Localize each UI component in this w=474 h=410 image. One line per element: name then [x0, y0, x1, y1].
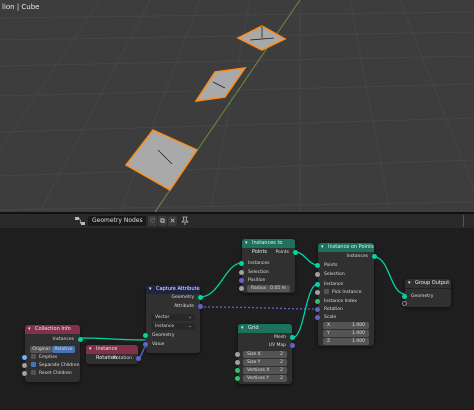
output-geometry-label: Geometry	[171, 295, 194, 300]
node-tree-name-field[interactable]: Geometry Nodes	[88, 216, 146, 226]
domain-dropdown[interactable]: Instance ⌄	[151, 323, 195, 330]
viewport-scene	[0, 0, 474, 212]
data-type-dropdown[interactable]: Vector ⌄	[151, 314, 195, 321]
separate-children-label: Separate Children	[39, 363, 80, 368]
size-x-field[interactable]: Size X2	[243, 351, 287, 358]
socket-vertices-x-in[interactable]	[235, 368, 240, 373]
node-title: Grid	[248, 325, 259, 331]
3d-viewport[interactable]: lion | Cube	[0, 0, 474, 212]
collapse-chevron-icon[interactable]: ▾	[245, 239, 248, 248]
relative-toggle[interactable]: Relative	[52, 346, 75, 353]
scale-z-field[interactable]: Z 1.000	[323, 338, 369, 345]
vertices-x-field[interactable]: Vertices X2	[243, 367, 287, 374]
socket-uvmap-out[interactable]	[290, 343, 295, 348]
socket-points-out[interactable]	[293, 250, 298, 255]
input-instance-index-label: Instance Index	[324, 299, 357, 304]
input-rotation-label: Rotation	[324, 307, 343, 312]
node-links	[79, 251, 406, 359]
capture-attribute-node[interactable]: ▾ Capture Attribute Geometry Attribute V…	[143, 285, 203, 353]
collapse-chevron-icon[interactable]: ▾	[241, 324, 244, 333]
separate-children-checkbox[interactable]	[31, 362, 36, 367]
node-editor-header: Geometry Nodes ♡ ⧉ ✕	[0, 214, 474, 228]
instance-on-points-node[interactable]: ▾ Instance on Points Instances Points Se…	[315, 243, 377, 346]
link-attribute-to-rotation	[199, 306, 319, 310]
output-instances-label: Instances	[52, 337, 75, 342]
floor-grid	[0, 0, 474, 212]
output-uvmap-label: UV Map	[268, 343, 286, 348]
pick-instance-checkbox[interactable]	[324, 289, 329, 294]
instances-to-points-node[interactable]: ▾ Instances to Points Points Instances S…	[239, 239, 298, 293]
collapse-chevron-icon[interactable]: ▾	[149, 285, 152, 294]
socket-empty-in[interactable]	[402, 301, 407, 306]
scale-x-field[interactable]: X 1.000	[323, 322, 369, 329]
node-title: Collection Info	[35, 326, 71, 332]
input-instance-label: Instance	[324, 282, 344, 287]
output-attribute-label: Attribute	[174, 304, 194, 309]
node-title: Group Output	[415, 280, 450, 286]
size-y-field[interactable]: Size Y2	[243, 359, 287, 366]
vertices-y-field[interactable]: Vertices Y2	[243, 375, 287, 382]
input-selection-label: Selection	[324, 272, 345, 277]
node-editor-canvas[interactable]: ▾ Collection Info Instances Original Rel…	[0, 228, 474, 410]
output-points-label: Points	[275, 250, 289, 255]
link-iop-to-output	[373, 256, 406, 295]
node-title: Capture Attribute	[156, 286, 200, 292]
socket-vertices-y-in[interactable]	[235, 376, 240, 381]
pin-icon[interactable]	[180, 216, 190, 226]
empties-checkbox[interactable]	[31, 354, 36, 359]
output-instances-label: Instances	[346, 254, 369, 259]
reset-children-label: Reset Children	[39, 371, 72, 376]
link-instances-to-capture	[79, 337, 147, 341]
link-capture-to-i2p	[199, 262, 243, 298]
viewport-title: lion | Cube	[2, 3, 40, 11]
socket-rotation-out[interactable]	[136, 356, 141, 361]
node-title: Instance on Points	[328, 244, 374, 250]
socket-mesh-out[interactable]	[290, 335, 295, 340]
input-geometry-label: Geometry	[411, 294, 434, 299]
socket-instances-out[interactable]	[78, 337, 83, 342]
radius-field[interactable]: Radius 0.05 m	[247, 285, 290, 292]
collapse-chevron-icon[interactable]: ▾	[408, 279, 411, 288]
output-rotation-label: Rotation	[113, 356, 132, 361]
original-toggle[interactable]: Original	[30, 346, 52, 353]
plane-bottom[interactable]	[124, 129, 199, 191]
collapse-chevron-icon[interactable]: ▾	[28, 325, 31, 334]
socket-attribute-out[interactable]	[198, 304, 203, 309]
fake-user-button[interactable]: ♡	[148, 216, 157, 226]
output-mesh-label: Mesh	[274, 335, 286, 340]
empties-label: Empties	[39, 355, 58, 360]
socket-instances-out[interactable]	[372, 254, 377, 259]
chevron-down-icon: ⌄	[188, 315, 192, 320]
pick-instance-label: Pick Instance	[332, 290, 362, 295]
plane-middle[interactable]	[194, 67, 247, 102]
scale-y-field[interactable]: Y 1.000	[323, 330, 369, 337]
new-tree-button[interactable]: ⧉	[158, 216, 167, 226]
plane-top[interactable]	[236, 25, 287, 51]
unlink-button[interactable]: ✕	[168, 216, 177, 226]
socket-size-x-in[interactable]	[235, 352, 240, 357]
chevron-down-icon: ⌄	[188, 324, 192, 329]
input-geometry-label: Geometry	[152, 333, 175, 338]
instance-rotation-node[interactable]: ▾ Instance Rotation Rotation	[86, 345, 141, 364]
header-resize-handle[interactable]	[463, 215, 472, 227]
node-tree-icon[interactable]	[74, 216, 86, 226]
collection-info-node[interactable]: ▾ Collection Info Instances Original Rel…	[22, 325, 83, 382]
socket-geometry-out[interactable]	[198, 295, 203, 300]
input-value-label: Value	[152, 342, 165, 347]
input-scale-label: Scale	[324, 315, 337, 320]
group-output-node[interactable]: ▾ Group Output Geometry	[402, 279, 451, 307]
collapse-chevron-icon[interactable]: ▾	[321, 243, 324, 252]
input-points-label: Points	[324, 263, 338, 268]
grid-node[interactable]: ▾ Grid Mesh UV Map Size X2 Size Y2 Verti…	[235, 324, 295, 384]
input-selection-label: Selection	[248, 270, 269, 275]
socket-size-y-in[interactable]	[235, 360, 240, 365]
input-position-label: Position	[248, 278, 266, 283]
input-instances-label: Instances	[248, 261, 270, 266]
reset-children-checkbox[interactable]	[31, 370, 36, 375]
collapse-chevron-icon[interactable]: ▾	[89, 345, 92, 354]
socket-radius-in[interactable]	[239, 286, 244, 291]
